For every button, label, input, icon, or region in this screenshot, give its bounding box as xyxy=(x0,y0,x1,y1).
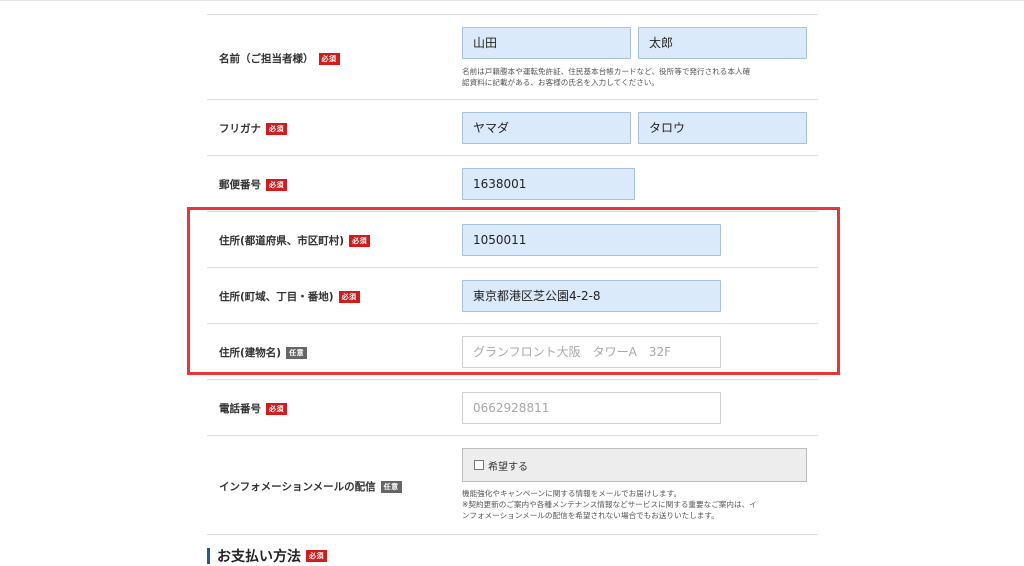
required-badge: 必須 xyxy=(266,178,287,191)
address-pref-city-label: 住所(都道府県、市区町村) xyxy=(219,235,345,247)
newsletter-hint-line: 機能強化やキャンペーンに関する情報をメールでお届けします。 xyxy=(462,489,682,498)
newsletter-hint: 機能強化やキャンペーンに関する情報をメールでお届けします。 ※契約更新のご案内や… xyxy=(462,488,757,521)
row-address-pref-city: 住所(都道府県、市区町村) 必須 1050011 xyxy=(207,211,818,267)
row-postal-code: 郵便番号 必須 1638001 xyxy=(207,155,818,211)
row-address-street: 住所(町域、丁目・番地) 必須 東京都港区芝公園4-2-8 xyxy=(207,267,818,323)
top-divider xyxy=(0,0,1024,1)
newsletter-checkbox[interactable]: 希望する xyxy=(462,448,807,482)
required-badge: 必須 xyxy=(338,290,360,303)
payment-section-title: お支払い方法 xyxy=(217,549,301,565)
payment-section-heading: お支払い方法 必須 xyxy=(207,548,327,565)
furigana-label-group: フリガナ 必須 xyxy=(219,121,287,136)
last-name-input[interactable]: 山田 xyxy=(462,27,631,59)
newsletter-hint-line: ンフォメーションメールの配信を希望されない場合でもお送りいたします。 xyxy=(462,511,719,520)
first-name-input[interactable]: 太郎 xyxy=(638,27,807,59)
address-street-input[interactable]: 東京都港区芝公園4-2-8 xyxy=(462,280,721,312)
row-address-building: 住所(建物名) 任意 グランフロント大阪 タワーA 32F xyxy=(207,323,818,379)
name-hint-line: 名前は戸籍謄本や運転免許証、住民基本台帳カードなど、役所等で発行される本人確 xyxy=(462,67,751,76)
row-name: 名前（ご担当者様） 必須 山田 太郎 名前は戸籍謄本や運転免許証、住民基本台帳カ… xyxy=(207,14,818,99)
newsletter-label: インフォメーションメールの配信 xyxy=(219,481,376,493)
row-phone: 電話番号 必須 0662928811 xyxy=(207,379,818,435)
address-street-label-group: 住所(町域、丁目・番地) 必須 xyxy=(219,289,360,304)
last-name-kana-input[interactable]: ヤマダ xyxy=(462,112,631,144)
phone-label: 電話番号 xyxy=(219,403,261,415)
optional-badge: 任意 xyxy=(380,480,402,493)
postal-code-input[interactable]: 1638001 xyxy=(462,168,635,200)
address-pref-city-input[interactable]: 1050011 xyxy=(462,224,721,256)
name-hint-line: 認資料に記載がある、お客様の氏名を入力してください。 xyxy=(462,78,659,87)
address-building-input[interactable]: グランフロント大阪 タワーA 32F xyxy=(462,336,721,368)
row-newsletter: インフォメーションメールの配信 任意 希望する 機能強化やキャンペーンに関する情… xyxy=(207,435,818,535)
name-label-group: 名前（ご担当者様） 必須 xyxy=(219,51,340,66)
newsletter-checkbox-label: 希望する xyxy=(488,461,528,473)
name-label: 名前（ご担当者様） xyxy=(219,53,314,65)
address-building-label: 住所(建物名) xyxy=(219,347,282,359)
required-badge: 必須 xyxy=(318,52,340,65)
address-street-label: 住所(町域、丁目・番地) xyxy=(219,291,334,303)
name-hint: 名前は戸籍謄本や運転免許証、住民基本台帳カードなど、役所等で発行される本人確 認… xyxy=(462,66,750,88)
postal-code-label: 郵便番号 xyxy=(219,179,261,191)
required-badge: 必須 xyxy=(349,234,371,247)
required-badge: 必須 xyxy=(266,122,287,135)
optional-badge: 任意 xyxy=(286,346,308,359)
contact-form: 名前（ご担当者様） 必須 山田 太郎 名前は戸籍謄本や運転免許証、住民基本台帳カ… xyxy=(207,14,818,535)
newsletter-label-group: インフォメーションメールの配信 任意 xyxy=(219,479,402,494)
furigana-label: フリガナ xyxy=(219,123,261,135)
address-pref-city-label-group: 住所(都道府県、市区町村) 必須 xyxy=(219,233,371,248)
phone-label-group: 電話番号 必須 xyxy=(219,401,287,416)
address-building-label-group: 住所(建物名) 任意 xyxy=(219,345,308,360)
row-furigana: フリガナ 必須 ヤマダ タロウ xyxy=(207,99,818,155)
newsletter-hint-line: ※契約更新のご案内や各種メンテナンス情報などサービスに関する重要なご案内は、イ xyxy=(462,500,757,509)
phone-input[interactable]: 0662928811 xyxy=(462,392,721,424)
checkbox-icon[interactable] xyxy=(474,460,484,470)
first-name-kana-input[interactable]: タロウ xyxy=(638,112,807,144)
required-badge: 必須 xyxy=(306,550,327,562)
required-badge: 必須 xyxy=(266,402,287,415)
postal-code-label-group: 郵便番号 必須 xyxy=(219,177,287,192)
